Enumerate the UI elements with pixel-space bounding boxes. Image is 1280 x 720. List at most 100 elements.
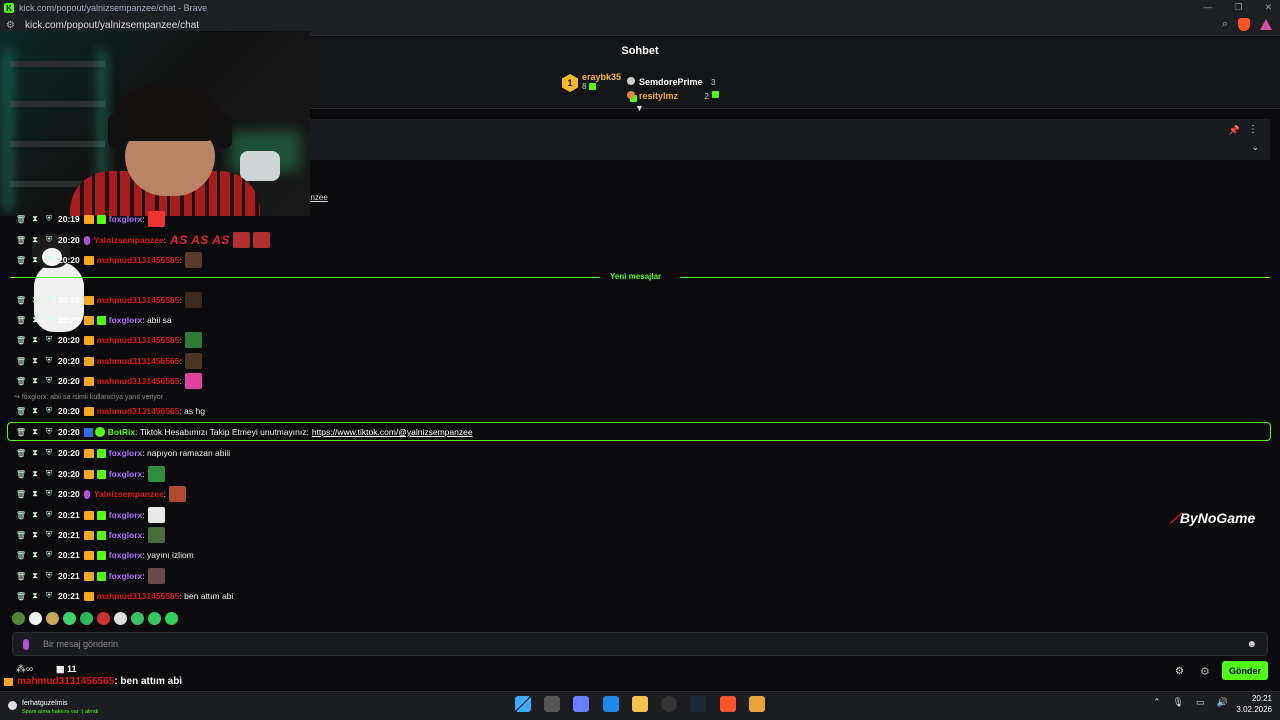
- zoom-icon[interactable]: ⌕: [1222, 18, 1228, 31]
- infinity-icon[interactable]: ⁂∞: [16, 664, 33, 675]
- chat-message-row[interactable]: 🗑 ⧗ ⛨ 20:20 mahmud3131456565: as hg: [14, 402, 205, 420]
- message-username[interactable]: mahmud3131456565: [97, 356, 180, 366]
- message-username[interactable]: foxglorx: [109, 510, 143, 520]
- emote-icon[interactable]: [148, 612, 161, 625]
- timeout-icon[interactable]: ⧗: [28, 315, 42, 325]
- emote-icon[interactable]: [131, 612, 144, 625]
- timeout-icon[interactable]: ⧗: [28, 406, 42, 416]
- chat-message-row[interactable]: 🗑 ⧗ ⛨ 20:20 Yalnizsempanzee: AS AS AS: [14, 231, 270, 249]
- timeout-icon[interactable]: ⧗: [28, 235, 42, 245]
- chat-message-row[interactable]: 🗑 ⧗ ⛨ 20:21 mahmud3131456565: ben attım abi: [14, 587, 233, 605]
- pin-icon[interactable]: 📌: [1229, 125, 1240, 136]
- message-username[interactable]: mahmud3131456565: [97, 255, 180, 265]
- message-username[interactable]: foxglorx: [109, 550, 143, 560]
- maximize-icon[interactable]: ❐: [1234, 2, 1242, 13]
- chat-message-row[interactable]: 🗑 ⧗ ⛨ 20:19 foxglorx:: [14, 210, 165, 228]
- brave-icon[interactable]: [720, 696, 736, 712]
- message-username[interactable]: mahmud3131456565: [97, 591, 180, 601]
- delete-icon[interactable]: 🗑: [14, 336, 28, 345]
- snipping-tool-icon[interactable]: [573, 696, 589, 712]
- system-tray[interactable]: ⌃ 🎙 ▭ 🔊: [1153, 697, 1228, 708]
- delete-icon[interactable]: 🗑: [14, 357, 28, 366]
- chat-message-row[interactable]: 🗑 ⧗ ⛨ 20:20 foxglorx: abii sa: [14, 311, 172, 329]
- message-username[interactable]: foxglorx: [109, 530, 143, 540]
- timeout-icon[interactable]: ⧗: [28, 427, 42, 437]
- message-username[interactable]: mahmud3131456565: [97, 406, 180, 416]
- microphone-icon[interactable]: 🎙: [1173, 697, 1184, 708]
- chat-message-row[interactable]: 🗑 ⧗ ⛨ 20:20 BotRix: Tiktok Hesabımızı Takip …: [14, 423, 473, 441]
- chat-message-row[interactable]: 🗑 ⧗ ⛨ 20:20 mahmud3131456565:: [14, 251, 202, 269]
- photos-icon[interactable]: [603, 696, 619, 712]
- ban-icon[interactable]: ⛨: [42, 489, 56, 499]
- chat-message-input[interactable]: Bir mesaj gönderin ☻: [12, 632, 1268, 656]
- chat-message-row[interactable]: 🗑 ⧗ ⛨ 20:21 foxglorx: yayını izliom: [14, 546, 194, 564]
- start-menu-icon[interactable]: [515, 696, 531, 712]
- collapse-leaderboard-icon[interactable]: ▼: [635, 103, 644, 113]
- timeout-icon[interactable]: ⧗: [28, 510, 42, 520]
- chat-message-row[interactable]: 🗑 ⧗ ⛨ 20:20 Yalnizsempanzee:: [14, 485, 187, 503]
- emote-icon[interactable]: [29, 612, 42, 625]
- message-username[interactable]: mahmud3131456565: [97, 295, 180, 305]
- timeout-icon[interactable]: ⧗: [28, 571, 42, 581]
- emote-icon[interactable]: [165, 612, 178, 625]
- calendar-count[interactable]: ▦ 11: [56, 664, 77, 675]
- message-link[interactable]: https://www.tiktok.com/@yalnizsempanzee: [312, 427, 473, 437]
- chat-message-row[interactable]: 🗑 ⧗ ⛨ 20:20 foxglorx:: [14, 465, 165, 483]
- ban-icon[interactable]: ⛨: [42, 571, 56, 581]
- delete-icon[interactable]: 🗑: [14, 215, 28, 224]
- steam-icon[interactable]: [690, 696, 706, 712]
- emote-icon[interactable]: [80, 612, 93, 625]
- message-username[interactable]: foxglorx: [109, 448, 143, 458]
- timeout-icon[interactable]: ⧗: [28, 550, 42, 560]
- ban-icon[interactable]: ⛨: [42, 376, 56, 386]
- leaderboard-third[interactable]: resitylmz 2: [627, 86, 722, 104]
- ban-icon[interactable]: ⛨: [42, 315, 56, 325]
- chat-settings-icon[interactable]: ⚙: [1200, 665, 1210, 678]
- timeout-icon[interactable]: ⧗: [28, 214, 42, 224]
- close-icon[interactable]: ✕: [1264, 2, 1272, 13]
- site-settings-icon[interactable]: ⚙: [6, 20, 15, 31]
- chat-message-row[interactable]: 🗑 ⧗ ⛨ 20:20 mahmud3131456565:: [14, 331, 202, 349]
- delete-icon[interactable]: 🗑: [14, 296, 28, 305]
- chat-message-row[interactable]: 🗑 ⧗ ⛨ 20:21 foxglorx:: [14, 506, 165, 524]
- delete-icon[interactable]: 🗑: [14, 470, 28, 479]
- message-username[interactable]: foxglorx: [109, 214, 143, 224]
- chat-message-row[interactable]: 🗑 ⧗ ⛨ 20:21 foxglorx:: [14, 526, 165, 544]
- ban-icon[interactable]: ⛨: [42, 448, 56, 458]
- brave-shields-icon[interactable]: [1238, 18, 1250, 31]
- gear-icon[interactable]: ⚙: [1175, 666, 1184, 677]
- timeout-icon[interactable]: ⧗: [28, 335, 42, 345]
- chevron-up-icon[interactable]: ⌃: [1153, 697, 1161, 708]
- emote-icon[interactable]: [114, 612, 127, 625]
- delete-icon[interactable]: 🗑: [14, 490, 28, 499]
- task-view-icon[interactable]: [544, 696, 560, 712]
- timeout-icon[interactable]: ⧗: [28, 295, 42, 305]
- chat-message-row[interactable]: 🗑 ⧗ ⛨ 20:20 mahmud3131456565:: [14, 352, 202, 370]
- chat-message-row[interactable]: 🗑 ⧗ ⛨ 20:21 foxglorx:: [14, 567, 165, 585]
- delete-icon[interactable]: 🗑: [14, 316, 28, 325]
- delete-icon[interactable]: 🗑: [14, 551, 28, 560]
- emote-icon[interactable]: [12, 612, 25, 625]
- message-username[interactable]: foxglorx: [109, 571, 143, 581]
- timeout-icon[interactable]: ⧗: [28, 489, 42, 499]
- chevron-down-icon[interactable]: ⌄: [1251, 142, 1259, 153]
- message-username[interactable]: mahmud3131456565: [97, 335, 180, 345]
- brave-rewards-icon[interactable]: [1260, 19, 1272, 30]
- timeout-icon[interactable]: ⧗: [28, 356, 42, 366]
- timeout-icon[interactable]: ⧗: [28, 591, 42, 601]
- delete-icon[interactable]: 🗑: [14, 592, 28, 601]
- delete-icon[interactable]: 🗑: [14, 407, 28, 416]
- network-icon[interactable]: ▭: [1196, 697, 1205, 708]
- chat-message-row[interactable]: 🗑 ⧗ ⛨ 20:20 foxglorx: napıyon ramazan abiii: [14, 444, 230, 462]
- delete-icon[interactable]: 🗑: [14, 531, 28, 540]
- delete-icon[interactable]: 🗑: [14, 511, 28, 520]
- timeout-icon[interactable]: ⧗: [28, 376, 42, 386]
- delete-icon[interactable]: 🗑: [14, 377, 28, 386]
- timeout-icon[interactable]: ⧗: [28, 448, 42, 458]
- message-username[interactable]: mahmud3131456565: [97, 376, 180, 386]
- ban-icon[interactable]: ⛨: [42, 335, 56, 345]
- ban-icon[interactable]: ⛨: [42, 530, 56, 540]
- emote-icon[interactable]: [46, 612, 59, 625]
- send-button[interactable]: Gönder: [1222, 661, 1268, 680]
- emote-icon[interactable]: [97, 612, 110, 625]
